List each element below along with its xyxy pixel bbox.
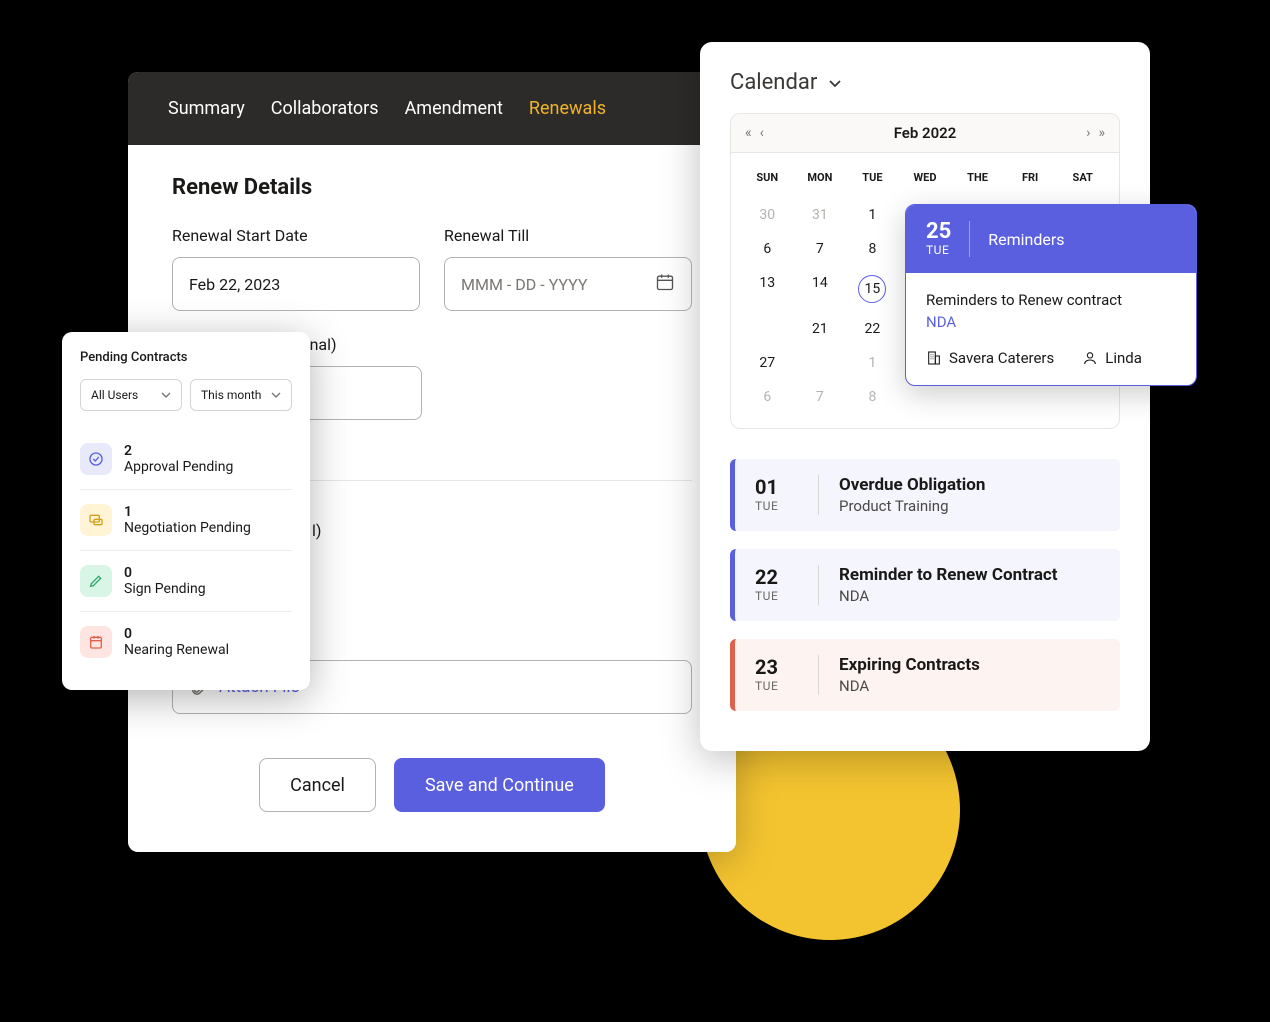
tab-amendment[interactable]: Amendment xyxy=(405,72,503,145)
cancel-button[interactable]: Cancel xyxy=(259,758,376,812)
popover-person: Linda xyxy=(1082,349,1142,367)
pending-item[interactable]: 0 Nearing Renewal xyxy=(80,612,292,672)
check-circle-icon xyxy=(80,443,112,475)
chat-icon xyxy=(80,504,112,536)
pending-item[interactable]: 1 Negotiation Pending xyxy=(80,490,292,551)
event-day: 22 xyxy=(755,565,778,589)
start-date-label: Renewal Start Date xyxy=(172,226,420,245)
calendar-day[interactable]: 31 xyxy=(794,198,847,232)
calendar-day[interactable]: 14 xyxy=(794,266,847,312)
calendar-day[interactable]: 8 xyxy=(846,232,899,266)
prev-month-icon[interactable]: ‹ xyxy=(760,125,764,141)
calendar-day xyxy=(741,312,794,346)
pen-icon xyxy=(80,565,112,597)
tab-summary[interactable]: Summary xyxy=(168,72,245,145)
calendar-dow: SUN xyxy=(741,171,794,198)
building-icon xyxy=(926,350,942,366)
chevron-down-icon xyxy=(161,390,171,400)
calendar-dow: MON xyxy=(794,171,847,198)
next-month-icon[interactable]: › xyxy=(1086,125,1090,141)
filter-period-value: This month xyxy=(201,388,261,402)
popover-dow: TUE xyxy=(926,243,951,257)
pending-label: Nearing Renewal xyxy=(124,642,229,658)
event-subtitle: NDA xyxy=(839,587,1058,605)
event-day: 01 xyxy=(755,475,778,499)
pending-count: 0 xyxy=(124,565,206,581)
reminder-popover: 25 TUE Reminders Reminders to Renew cont… xyxy=(905,204,1197,386)
pending-item[interactable]: 0 Sign Pending xyxy=(80,551,292,612)
start-date-input[interactable]: Feb 22, 2023 xyxy=(172,257,420,311)
partial-label: l) xyxy=(312,521,692,540)
calendar-day[interactable]: 1 xyxy=(846,346,899,380)
calendar-day[interactable]: 7 xyxy=(794,232,847,266)
event-title: Reminder to Renew Contract xyxy=(839,565,1058,585)
pending-count: 0 xyxy=(124,626,229,642)
pending-item[interactable]: 2 Approval Pending xyxy=(80,429,292,490)
filter-users[interactable]: All Users xyxy=(80,379,182,411)
start-date-value: Feb 22, 2023 xyxy=(189,275,280,294)
calendar-day[interactable]: 21 xyxy=(794,312,847,346)
pending-label: Sign Pending xyxy=(124,581,206,597)
pending-title: Pending Contracts xyxy=(80,350,292,365)
tab-collaborators[interactable]: Collaborators xyxy=(271,72,379,145)
pending-card: Pending Contracts All Users This month 2… xyxy=(62,332,310,690)
calendar-card: Calendar « ‹ Feb 2022 › » SUNMONTUEWEDTH… xyxy=(700,42,1150,751)
till-placeholder: MMM - DD - YYYY xyxy=(461,275,587,294)
chevron-down-icon xyxy=(271,390,281,400)
filter-period[interactable]: This month xyxy=(190,379,292,411)
till-input[interactable]: MMM - DD - YYYY xyxy=(444,257,692,311)
calendar-day[interactable]: 27 xyxy=(741,346,794,380)
calendar-day[interactable]: 22 xyxy=(846,312,899,346)
person-icon xyxy=(1082,350,1098,366)
calendar-day[interactable]: 13 xyxy=(741,266,794,312)
calendar-dow: THE xyxy=(951,171,1004,198)
calendar-icon xyxy=(655,272,675,296)
event-item[interactable]: 01 TUE Overdue Obligation Product Traini… xyxy=(730,459,1120,531)
pending-label: Approval Pending xyxy=(124,459,233,475)
next-year-icon[interactable]: » xyxy=(1098,125,1105,141)
pending-label: Negotiation Pending xyxy=(124,520,251,536)
calendar-dow: TUE xyxy=(846,171,899,198)
popover-text: Reminders to Renew contract xyxy=(926,291,1176,309)
calendar-day[interactable]: 6 xyxy=(741,232,794,266)
popover-link[interactable]: NDA xyxy=(926,313,1176,331)
calendar-day[interactable]: 6 xyxy=(741,380,794,414)
filter-users-value: All Users xyxy=(91,388,138,402)
calendar-icon xyxy=(80,626,112,658)
calendar-month: Feb 2022 xyxy=(894,124,957,142)
event-dow: TUE xyxy=(755,589,778,603)
prev-year-icon[interactable]: « xyxy=(745,125,752,141)
till-label: Renewal Till xyxy=(444,226,692,245)
event-subtitle: Product Training xyxy=(839,497,985,515)
calendar-day[interactable]: 8 xyxy=(846,380,899,414)
event-item[interactable]: 23 TUE Expiring Contracts NDA xyxy=(730,639,1120,711)
renewal-title: Renew Details xyxy=(172,175,692,200)
chevron-down-icon[interactable] xyxy=(827,75,843,91)
save-button[interactable]: Save and Continue xyxy=(394,758,605,812)
popover-company: Savera Caterers xyxy=(926,349,1054,367)
event-dow: TUE xyxy=(755,679,778,693)
calendar-day xyxy=(794,346,847,380)
calendar-title: Calendar xyxy=(730,70,817,95)
event-title: Expiring Contracts xyxy=(839,655,980,675)
calendar-dow: WED xyxy=(899,171,952,198)
calendar-dow: FRI xyxy=(1004,171,1057,198)
calendar-day[interactable]: 1 xyxy=(846,198,899,232)
event-subtitle: NDA xyxy=(839,677,980,695)
calendar-day[interactable]: 15 xyxy=(846,266,899,312)
pending-count: 2 xyxy=(124,443,233,459)
pending-count: 1 xyxy=(124,504,251,520)
calendar-day[interactable]: 30 xyxy=(741,198,794,232)
event-dow: TUE xyxy=(755,499,778,513)
popover-day: 25 xyxy=(926,221,951,243)
tabs: Summary Collaborators Amendment Renewals xyxy=(128,72,736,145)
popover-title: Reminders xyxy=(988,230,1064,249)
event-item[interactable]: 22 TUE Reminder to Renew Contract NDA xyxy=(730,549,1120,621)
event-day: 23 xyxy=(755,655,778,679)
calendar-dow: SAT xyxy=(1056,171,1109,198)
event-title: Overdue Obligation xyxy=(839,475,985,495)
tab-renewals[interactable]: Renewals xyxy=(529,72,606,145)
calendar-day[interactable]: 7 xyxy=(794,380,847,414)
